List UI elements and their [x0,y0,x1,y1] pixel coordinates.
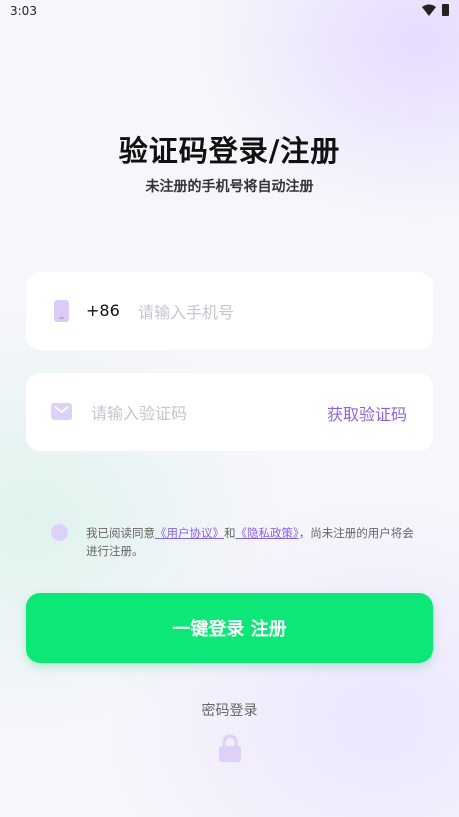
mail-icon [51,403,72,420]
code-field-card: 获取验证码 [26,373,433,451]
status-bar: 3:03 [0,0,459,22]
password-login-link[interactable]: 密码登录 [0,700,459,720]
phone-input[interactable] [136,298,400,326]
battery-icon [442,4,449,16]
phone-field-card: +86 [26,272,433,350]
status-icons [422,4,449,16]
agreement-checkbox[interactable] [51,524,68,541]
agreement-prefix: 我已阅读同意 [86,526,155,540]
page-subtitle: 未注册的手机号将自动注册 [145,179,314,195]
page-title: 验证码登录/注册 [118,134,341,168]
privacy-policy-link[interactable]: 《隐私政策》 [236,526,299,540]
agreement-text: 我已阅读同意《用户协议》和《隐私政策》，尚未注册的用户将会进行注册。 [86,524,416,560]
wifi-icon [422,4,436,16]
country-code[interactable]: +86 [86,301,120,320]
user-agreement-link[interactable]: 《用户协议》 [155,526,224,540]
get-code-button[interactable]: 获取验证码 [327,401,407,425]
agreement-and: 和 [224,526,236,540]
one-click-login-button[interactable]: 一键登录 注册 [26,593,433,663]
lock-icon[interactable] [218,733,242,763]
phone-icon [54,300,69,322]
verification-code-input[interactable] [89,399,293,427]
status-time: 3:03 [10,4,37,18]
